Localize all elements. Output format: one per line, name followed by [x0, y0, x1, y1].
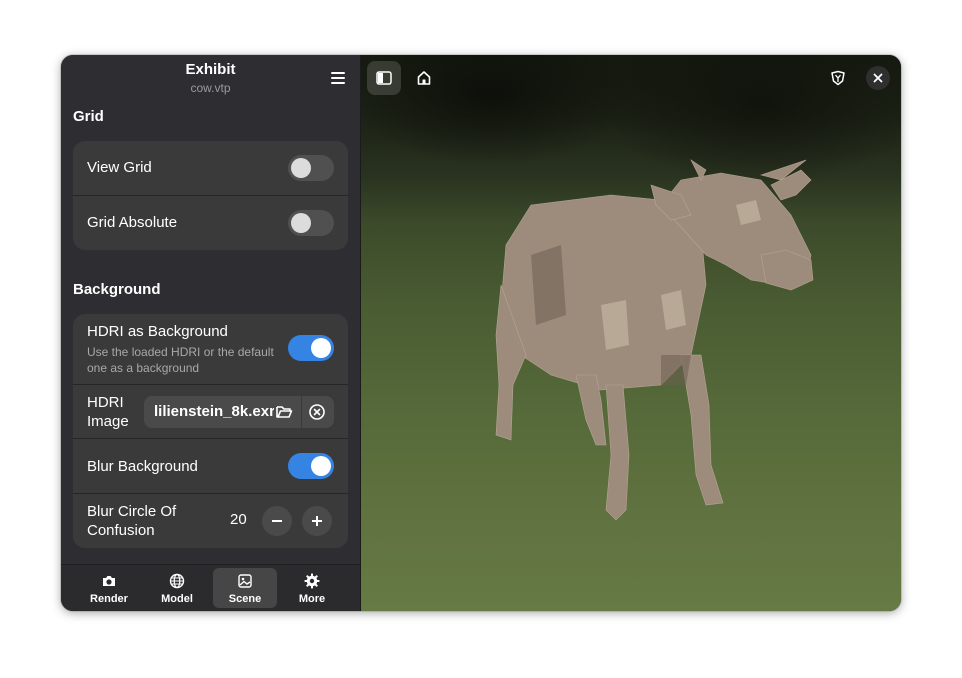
switch-knob — [311, 338, 331, 358]
blur-background-row[interactable]: Blur Background — [73, 438, 348, 494]
hdri-file-name: lilienstein_8k.exr — [154, 403, 274, 420]
blur-coc-label: Blur Circle Of Confusion — [87, 503, 177, 539]
3d-viewport[interactable] — [361, 55, 901, 611]
hdri-image-label: HDRI Image — [87, 394, 129, 430]
hdri-file-chooser[interactable]: lilienstein_8k.exr — [144, 396, 334, 428]
blur-coc-decrease-button[interactable] — [262, 506, 292, 536]
minus-icon — [272, 520, 282, 522]
tab-render-label: Render — [90, 593, 128, 605]
file-chooser-separator — [301, 396, 302, 428]
app-title: Exhibit — [185, 61, 236, 78]
shield-button[interactable] — [821, 61, 855, 95]
globe-icon — [169, 573, 185, 589]
sidebar-header: Exhibit cow.vtp — [61, 55, 360, 101]
sidebar-toggle-button[interactable] — [367, 61, 401, 95]
camera-icon — [103, 576, 115, 586]
tab-scene[interactable]: Scene — [213, 568, 277, 608]
grid-absolute-label: Grid Absolute — [87, 214, 178, 231]
background-section-title: Background — [73, 281, 161, 298]
gear-icon — [304, 573, 320, 589]
close-icon — [873, 73, 883, 83]
hdri-as-background-label: HDRI as Background — [87, 323, 228, 340]
clear-icon[interactable] — [308, 403, 326, 421]
grid-group: View Grid Grid Absolute — [73, 141, 348, 250]
view-switcher-bar: Render Model Scene More — [61, 564, 360, 611]
home-icon — [417, 71, 431, 85]
sidebar-toggle-icon — [376, 71, 392, 85]
switch-knob — [291, 158, 311, 178]
tab-model-label: Model — [161, 593, 193, 605]
view-grid-label: View Grid — [87, 159, 152, 176]
switch-knob — [311, 456, 331, 476]
blur-coc-value[interactable]: 20 — [230, 511, 247, 528]
hdri-as-background-row[interactable]: HDRI as Background Use the loaded HDRI o… — [73, 314, 348, 384]
tab-more[interactable]: More — [280, 568, 344, 608]
view-grid-row[interactable]: View Grid — [73, 141, 348, 195]
view-grid-switch[interactable] — [288, 155, 334, 181]
tab-render[interactable]: Render — [77, 568, 141, 608]
hdri-image-row: HDRI Image lilienstein_8k.exr — [73, 384, 348, 439]
background-group: HDRI as Background Use the loaded HDRI o… — [73, 314, 348, 548]
blur-coc-increase-button[interactable] — [302, 506, 332, 536]
grid-absolute-switch[interactable] — [288, 210, 334, 236]
blur-background-switch[interactable] — [288, 453, 334, 479]
tab-model[interactable]: Model — [145, 568, 209, 608]
sidebar: Exhibit cow.vtp Grid View Grid Grid Abso… — [61, 55, 361, 611]
folder-open-icon[interactable] — [275, 403, 293, 421]
tab-more-label: More — [298, 593, 326, 605]
plus-icon — [312, 516, 322, 526]
grid-section-title: Grid — [73, 108, 104, 125]
shield-icon — [831, 70, 845, 86]
image-icon — [238, 574, 252, 588]
hdri-as-background-switch[interactable] — [288, 335, 334, 361]
switch-knob — [291, 213, 311, 233]
app-subtitle: cow.vtp — [190, 81, 231, 95]
blur-coc-row: Blur Circle Of Confusion 20 — [73, 493, 348, 548]
tab-scene-label: Scene — [228, 593, 262, 605]
grid-absolute-row[interactable]: Grid Absolute — [73, 195, 348, 250]
hamburger-menu-icon — [331, 72, 345, 84]
hdri-as-background-description: Use the loaded HDRI or the default one a… — [87, 345, 274, 375]
home-button[interactable] — [407, 61, 441, 95]
cow-model — [495, 159, 814, 521]
app-window: Exhibit cow.vtp Grid View Grid Grid Abso… — [61, 55, 901, 611]
close-window-button[interactable] — [866, 66, 890, 90]
main-menu-button[interactable] — [325, 67, 351, 89]
blur-background-label: Blur Background — [87, 458, 198, 475]
